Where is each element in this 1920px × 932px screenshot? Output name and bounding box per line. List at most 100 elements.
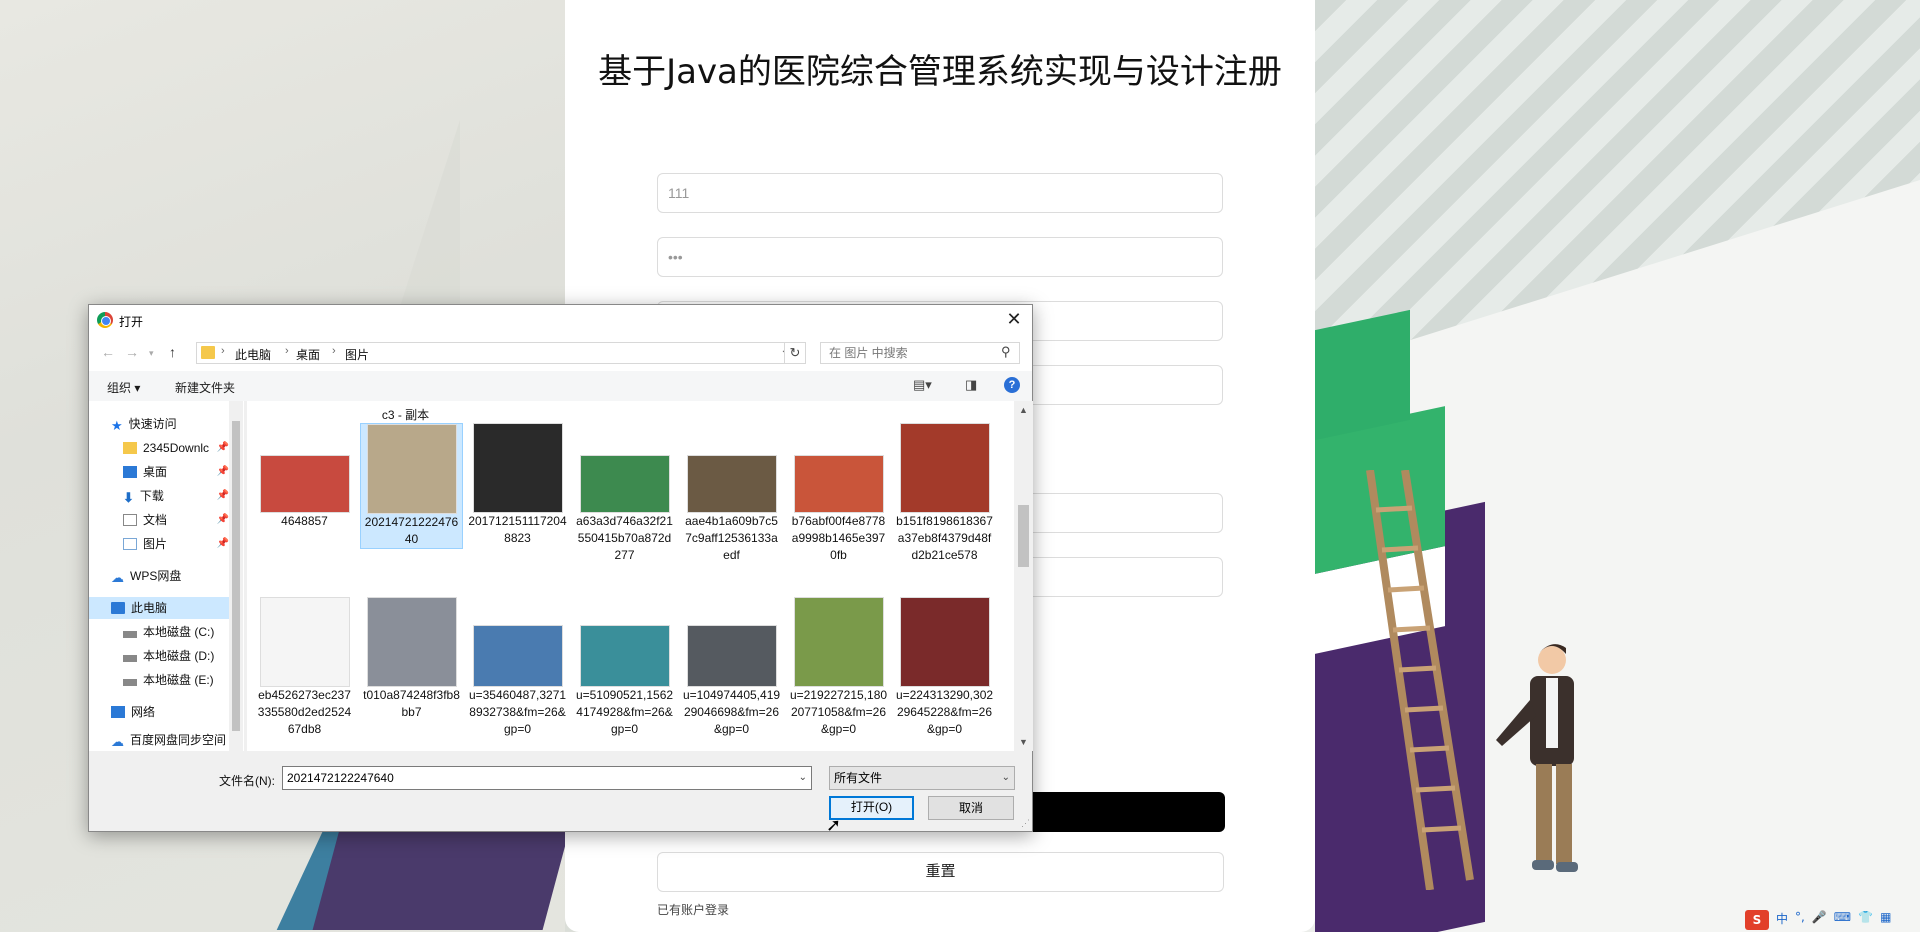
pin-icon: 📌 [216,466,229,477]
dialog-title: 打开 [119,315,144,329]
file-tile[interactable]: 2021472122247640 [360,423,463,549]
forward-arrow-icon[interactable]: → [125,344,139,360]
preview-pane-icon[interactable]: ◨ [965,377,977,393]
file-name: u=51090521,15624174928&fm=26&gp=0 [575,688,674,736]
pin-icon: 📌 [216,490,229,501]
page-title: 基于Java的医院综合管理系统实现与设计注册 [598,52,1282,92]
ime-language[interactable]: 中 [1776,910,1788,932]
sogou-logo-icon[interactable]: S [1745,910,1769,930]
password-input[interactable]: ••• [657,237,1223,277]
file-thumbnail [579,625,670,687]
search-input[interactable]: 在 图片 中搜索 [820,342,1020,364]
breadcrumb-this-pc[interactable]: 此电脑 [235,346,271,363]
dialog-titlebar: 打开 ✕ [89,305,1032,335]
file-tile[interactable]: 4648857 [253,423,356,530]
mouse-cursor-icon: ➚ [826,815,842,836]
file-tile[interactable]: t010a874248f3fb8bb7 [360,597,463,721]
computer-icon [111,602,125,614]
file-tile[interactable]: u=224313290,30229645228&fm=26&gp=0 [893,597,996,738]
filename-input[interactable]: 2021472122247640 ⌄ [282,766,812,790]
nav-pictures[interactable]: 图片 📌 [123,533,229,555]
nav-documents[interactable]: 文档 📌 [123,509,229,531]
help-icon[interactable]: ? [1004,377,1020,393]
ime-punctuation-icon[interactable]: °, [1795,910,1805,932]
chevron-down-icon[interactable]: ⌄ [799,767,807,789]
file-scrollbar[interactable] [1015,401,1033,751]
nav-quick-access[interactable]: ★ 快速访问 [111,413,177,435]
disk-icon [123,655,137,662]
open-button[interactable]: 打开(O) [829,796,914,820]
file-tile[interactable]: eb4526273ec237335580d2ed252467db8 [253,597,356,738]
file-name: u=104974405,41929046698&fm=26&gp=0 [682,688,781,736]
breadcrumb-pictures[interactable]: 图片 [345,346,369,363]
nav-network[interactable]: 网络 [111,701,155,723]
nav-disk-e[interactable]: 本地磁盘 (E:) [123,669,214,691]
register-button[interactable] [1030,792,1225,832]
file-tile[interactable]: u=51090521,15624174928&fm=26&gp=0 [573,597,676,738]
reset-button[interactable]: 重置 [657,852,1224,892]
file-tile[interactable]: u=104974405,41929046698&fm=26&gp=0 [680,597,783,738]
open-file-dialog: 打开 ✕ ← → ▾ ↑ › 此电脑 › 桌面 › 图片 ⌄ ↻ 在 图片 中搜… [88,304,1033,832]
nav-downloads[interactable]: ⬇ 下载 📌 [123,485,229,507]
nav-scrollbar-thumb[interactable] [232,421,240,731]
file-tile[interactable]: a63a3d746a32f21550415b70a872d277 [573,423,676,564]
file-name: u=224313290,30229645228&fm=26&gp=0 [895,688,994,736]
file-thumbnail [259,597,350,687]
toolbox-icon[interactable]: ▦ [1880,910,1891,932]
desktop-icon [123,466,137,478]
up-arrow-icon[interactable]: ↑ [169,344,176,360]
microphone-icon[interactable]: 🎤 [1812,910,1827,932]
cancel-button[interactable]: 取消 [928,796,1014,820]
nav-disk-c[interactable]: 本地磁盘 (C:) [123,621,214,643]
file-tile[interactable]: u=219227215,18020771058&fm=26&gp=0 [787,597,890,738]
nav-2345downloads[interactable]: 2345Downlc 📌 [123,437,229,459]
address-row: ← → ▾ ↑ › 此电脑 › 桌面 › 图片 ⌄ ↻ 在 图片 中搜索 [89,335,1032,371]
nav-this-pc[interactable]: 此电脑 [89,597,229,619]
pin-icon: 📌 [216,538,229,549]
breadcrumb-desktop[interactable]: 桌面 [296,346,320,363]
address-bar[interactable]: › 此电脑 › 桌面 › 图片 ⌄ [196,342,796,364]
keyboard-icon[interactable]: ⌨ [1834,910,1851,932]
recent-chevron-icon[interactable]: ▾ [149,348,154,359]
file-tile[interactable]: u=35460487,32718932738&fm=26&gp=0 [466,597,569,738]
nav-desktop[interactable]: 桌面 📌 [123,461,229,483]
illustration-book-green-top [1315,309,1410,441]
view-options-icon[interactable]: ▤▾ [913,377,932,393]
nav-disk-d[interactable]: 本地磁盘 (D:) [123,645,214,667]
organize-button[interactable]: 组织 ▾ [107,379,140,396]
login-link[interactable]: 已有账户登录 [657,901,729,918]
chevron-down-icon[interactable]: ⌄ [1002,767,1010,789]
file-tile[interactable]: aae4b1a609b7c57c9aff12536133aedf [680,423,783,564]
ime-toolbar: S 中 °, 🎤 ⌨ 👕 ▦ [1745,910,1892,932]
filename-label: 文件名(N): [219,774,275,788]
chrome-icon [97,312,113,328]
resize-grip-icon[interactable]: ⋰ [1021,818,1030,829]
file-thumbnail [472,625,563,687]
file-list: c3 - 副本 4648857 2021472122247640 201712151… [247,401,1014,751]
new-folder-button[interactable]: 新建文件夹 [175,379,235,396]
file-name: u=35460487,32718932738&fm=26&gp=0 [468,688,567,736]
scroll-up-icon[interactable]: ▲ [1019,405,1028,415]
folder-icon [123,442,137,454]
username-input[interactable]: 111 [657,173,1223,213]
back-arrow-icon[interactable]: ← [101,344,115,360]
file-tile[interactable]: b76abf00f4e8778a9998b1465e3970fb [787,423,890,564]
skin-icon[interactable]: 👕 [1858,910,1873,932]
file-thumbnail [472,423,563,513]
filetype-select[interactable]: 所有文件 ⌄ [829,766,1015,790]
file-thumbnail [899,597,990,687]
pin-icon: 📌 [216,442,229,453]
file-name: b151f8198618367a37eb8f4379d48fd2b21ce578 [896,514,993,562]
scroll-down-icon[interactable]: ▼ [1019,737,1028,747]
illustration-ladder [1366,470,1474,890]
file-scrollbar-thumb[interactable] [1018,505,1029,567]
file-tile[interactable]: 2017121511172048823 [466,423,569,547]
file-tile[interactable]: b151f8198618367a37eb8f4379d48fd2b21ce578 [893,423,996,564]
disk-icon [123,679,137,686]
close-icon[interactable]: ✕ [1004,309,1024,329]
file-thumbnail [686,455,777,513]
nav-wps-drive[interactable]: ☁ WPS网盘 [111,565,181,587]
nav-baidu-sync[interactable]: ☁ 百度网盘同步空间 [111,729,226,751]
refresh-icon[interactable]: ↻ [784,342,806,364]
disk-icon [123,631,137,638]
